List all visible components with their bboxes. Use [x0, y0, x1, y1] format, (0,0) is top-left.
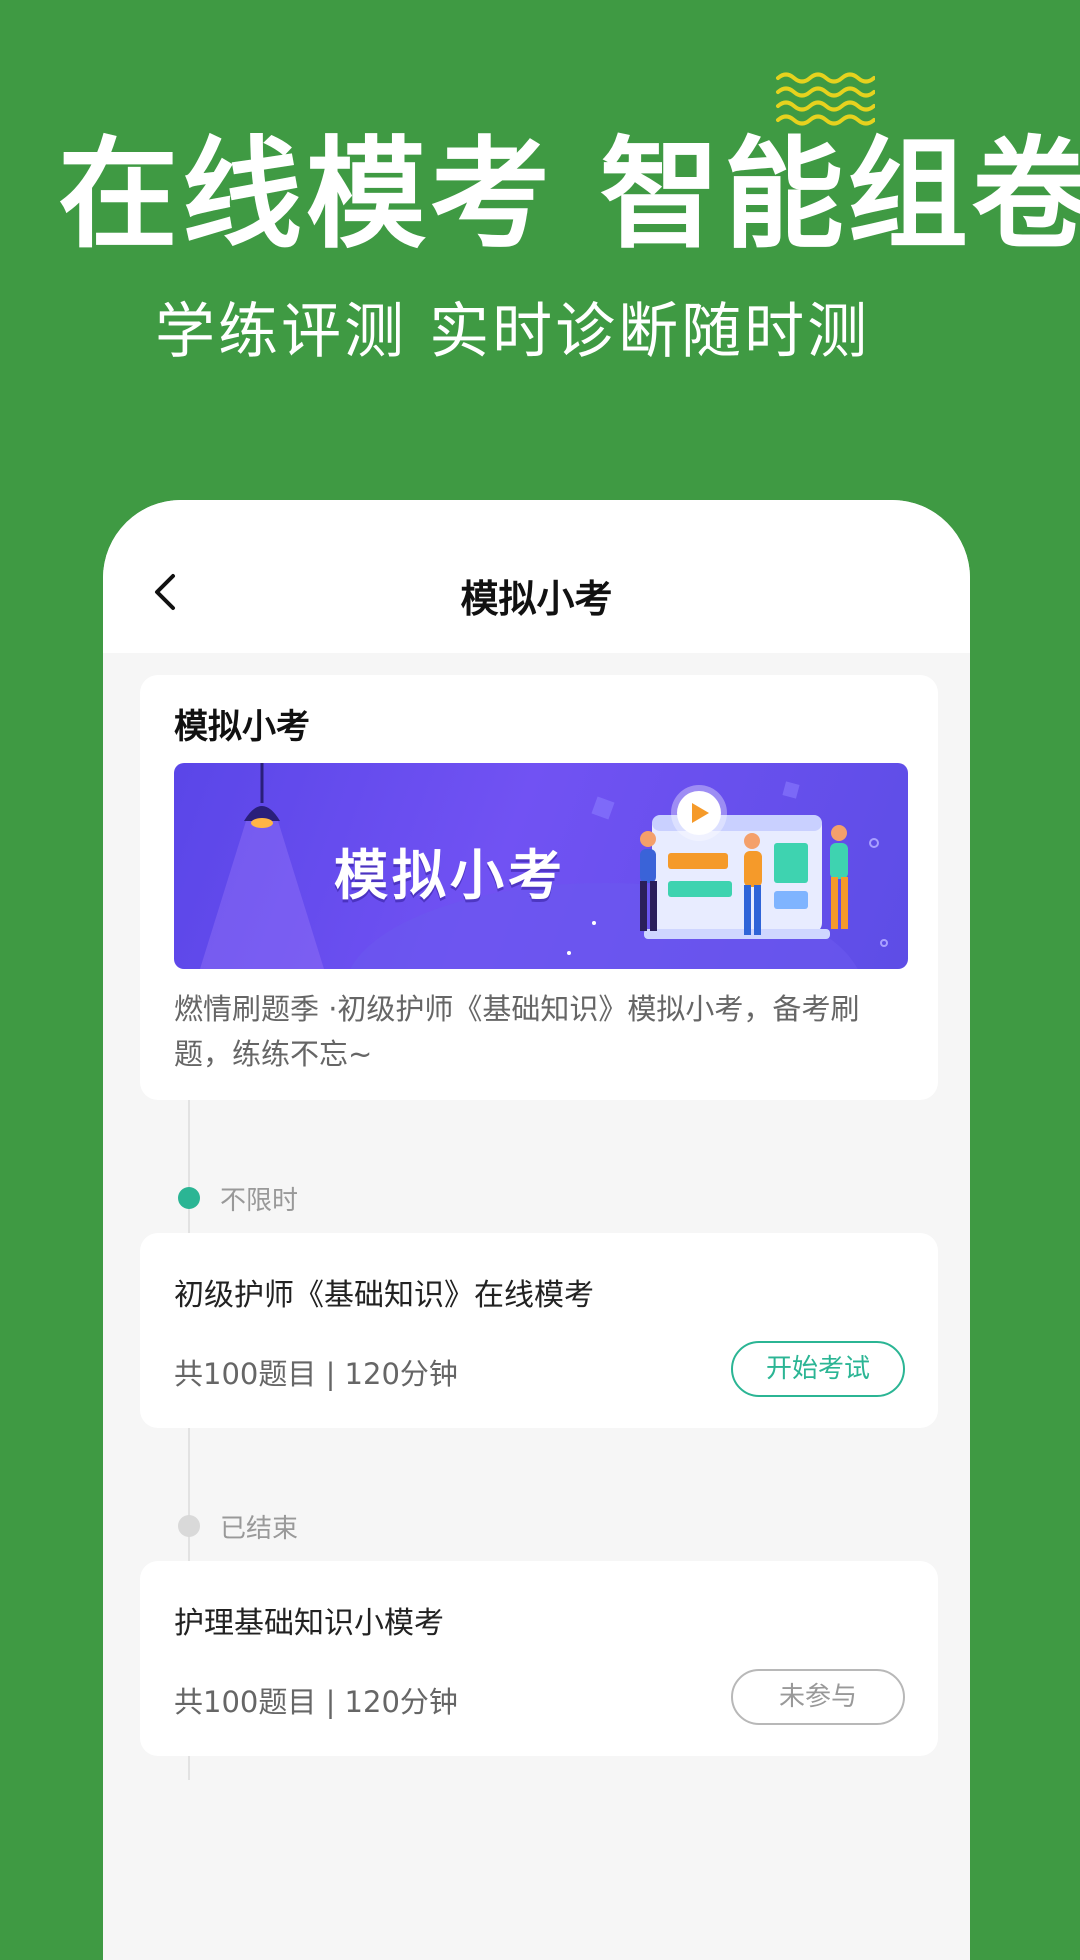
- page-title: 模拟小考: [460, 577, 613, 621]
- intro-description: 燃情刷题季 ·初级护师《基础知识》模拟小考，备考刷题，练练不忘~: [174, 992, 860, 1071]
- banner-image[interactable]: 模拟小考: [174, 763, 908, 969]
- status-dot-active: [178, 1187, 200, 1209]
- exam-card[interactable]: 初级护师《基础知识》在线模考 共100题目 | 120分钟 开始考试: [140, 1233, 938, 1428]
- exam-title: 初级护师《基础知识》在线模考: [174, 1278, 594, 1313]
- phone-screen: 模拟小考 模拟小考 模拟小考 燃情刷题季 ·初级护师《基础知识》模拟小考，备考刷…: [103, 500, 970, 1960]
- wave-decoration-icon: [776, 72, 875, 126]
- start-exam-button[interactable]: 开始考试: [731, 1341, 905, 1397]
- banner-title: 模拟小考: [334, 844, 566, 907]
- exam-card[interactable]: 护理基础知识小模考 共100题目 | 120分钟 未参与: [140, 1561, 938, 1756]
- promo-headline: 在线模考 智能组卷: [58, 126, 1080, 265]
- not-participated-button[interactable]: 未参与: [731, 1669, 905, 1725]
- promo-subheadline: 学练评测 实时诊断随时测: [155, 297, 871, 367]
- intro-title: 模拟小考: [174, 707, 310, 747]
- section-label-unlimited: 不限时: [220, 1186, 299, 1216]
- exam-meta: 共100题目 | 120分钟: [174, 1685, 458, 1719]
- status-dot-ended: [178, 1515, 200, 1537]
- nav-bar: 模拟小考: [103, 500, 970, 653]
- intro-card: 模拟小考 模拟小考 燃情刷题季 ·初级护师《基础知识》模拟小考，备考刷题，练练不…: [140, 675, 938, 1100]
- exam-title: 护理基础知识小模考: [174, 1606, 444, 1641]
- section-label-ended: 已结束: [220, 1514, 299, 1544]
- exam-meta: 共100题目 | 120分钟: [174, 1357, 458, 1391]
